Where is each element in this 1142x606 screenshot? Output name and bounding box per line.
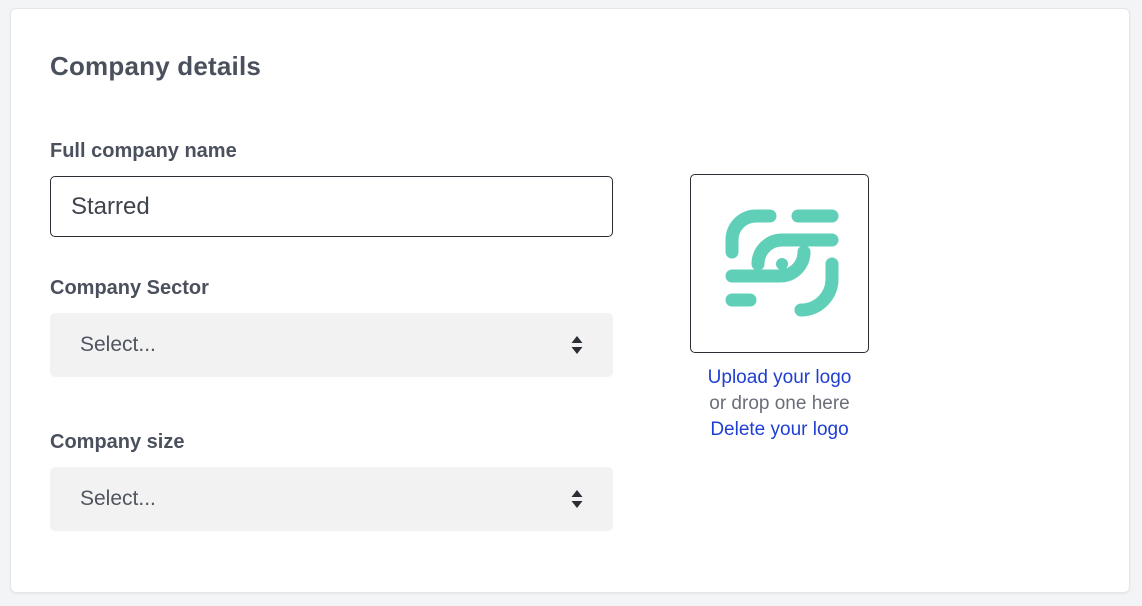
company-size-selected-value: Select...	[80, 487, 156, 510]
starred-logo-icon	[725, 209, 838, 316]
company-sector-selected-value: Select...	[80, 333, 156, 356]
logo-actions: Upload your logo or drop one here Delete…	[680, 365, 879, 443]
company-size-select[interactable]: Select...	[50, 467, 613, 531]
drop-logo-hint: or drop one here	[709, 393, 850, 414]
company-name-label: Full company name	[50, 140, 237, 162]
logo-dropzone[interactable]	[690, 174, 869, 353]
upload-logo-link[interactable]: Upload your logo	[680, 365, 879, 391]
company-name-input[interactable]	[50, 176, 613, 237]
company-size-label: Company size	[50, 431, 185, 453]
page-title: Company details	[50, 51, 262, 81]
company-sector-label: Company Sector	[50, 277, 209, 299]
company-sector-select[interactable]: Select...	[50, 313, 613, 377]
select-arrows-icon	[571, 490, 583, 508]
delete-logo-link[interactable]: Delete your logo	[680, 417, 879, 443]
company-details-card: Company details Full company name Compan…	[10, 8, 1130, 593]
select-arrows-icon	[571, 336, 583, 354]
